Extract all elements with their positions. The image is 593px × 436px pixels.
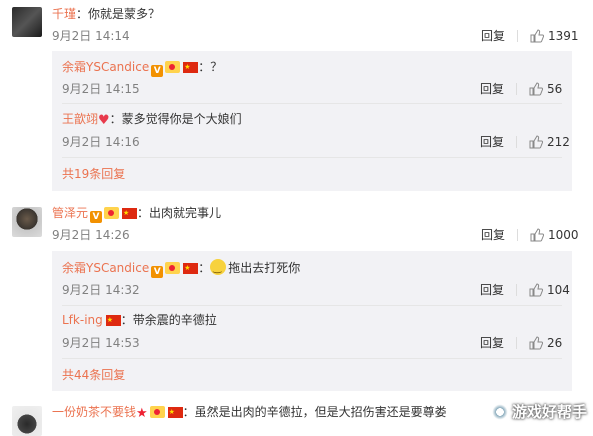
reply-time: 9月2日 14:32 — [62, 283, 140, 297]
divider — [517, 229, 519, 241]
reply-item: 王歆翊♥：蒙多觉得你是个大娘们 — [62, 111, 242, 129]
thumbs-up-icon — [530, 228, 545, 242]
watermark-logo-icon — [490, 403, 509, 421]
reply-list: 余霜YSCandiceV ：？ 9月2日 14:15 回复 56 王歆翊♥：蒙多觉得… — [52, 51, 572, 191]
like-count: 26 — [547, 336, 563, 350]
red-star-icon: ★ — [136, 406, 148, 421]
like-count: 56 — [547, 82, 563, 96]
like-count: 1391 — [548, 29, 579, 43]
reply-time: 9月2日 14:15 — [62, 82, 140, 96]
like-count: 104 — [547, 283, 570, 297]
reply-button[interactable]: 回复 — [480, 135, 504, 149]
reply-button[interactable]: 回复 — [481, 228, 505, 242]
comment-text: ：你就是蒙多？ — [76, 7, 161, 21]
divider — [62, 358, 562, 359]
reply-item: 余霜YSCandiceV ：？ — [62, 59, 222, 77]
thumbs-up-icon — [529, 336, 544, 350]
avatar[interactable] — [12, 406, 42, 436]
china-flag-icon — [122, 205, 138, 221]
china-flag-icon — [105, 312, 121, 328]
divider — [62, 157, 562, 158]
thumbs-up-icon — [529, 82, 544, 96]
comment-username[interactable]: 管泽元 — [52, 206, 88, 220]
china-flag-icon — [167, 404, 183, 420]
reply-list: 余霜YSCandiceV：拖出去打死你 9月2日 14:32 回复 104 Lfk… — [52, 251, 572, 391]
vip-badge-icon — [149, 406, 165, 418]
reply-text: ：带余震的辛德拉 — [120, 313, 217, 327]
comment-username[interactable]: 一份奶茶不要钱 — [52, 405, 136, 419]
reply-button[interactable]: 回复 — [480, 336, 504, 350]
reply-username[interactable]: 余霜YSCandice — [62, 261, 149, 275]
like-button[interactable]: 1000 — [530, 228, 579, 242]
reply-item: 余霜YSCandiceV：拖出去打死你 — [62, 259, 300, 278]
comment-time: 9月2日 14:14 — [52, 29, 130, 43]
like-button[interactable]: 104 — [529, 283, 570, 297]
comment-text: ：虽然是出肉的辛德拉，但是大招伤害还是要尊娄 — [182, 405, 447, 419]
reply-time: 9月2日 14:53 — [62, 336, 140, 350]
reply-item: Lfk-ing ：带余震的辛德拉 — [62, 312, 217, 328]
divider — [62, 305, 562, 306]
v-badge-icon: V — [151, 65, 164, 77]
like-count: 1000 — [548, 228, 579, 242]
like-button[interactable]: 212 — [529, 135, 570, 149]
like-button[interactable]: 56 — [529, 82, 562, 96]
vip-badge-icon — [104, 207, 120, 219]
like-button[interactable]: 26 — [529, 336, 562, 350]
avatar[interactable] — [12, 207, 42, 237]
more-replies-link[interactable]: 共44条回复 — [62, 367, 125, 383]
vip-badge-icon — [165, 262, 181, 274]
reply-username[interactable]: 王歆翊 — [62, 112, 98, 126]
heart-icon: ♥ — [98, 113, 110, 128]
thumbs-up-icon — [529, 283, 544, 297]
comment-username[interactable]: 千瑾 — [52, 7, 76, 21]
comment-time: 9月2日 14:26 — [52, 228, 130, 242]
divider — [516, 83, 518, 95]
reply-time: 9月2日 14:16 — [62, 135, 140, 149]
divider — [516, 284, 518, 296]
reply-username[interactable]: 余霜YSCandice — [62, 60, 149, 74]
divider — [62, 103, 562, 104]
divider — [517, 30, 519, 42]
china-flag-icon — [183, 59, 199, 75]
reply-button[interactable]: 回复 — [480, 283, 504, 297]
thumbs-up-icon — [530, 29, 545, 43]
more-replies-link[interactable]: 共19条回复 — [62, 166, 125, 182]
watermark: 游戏好帮手 — [490, 401, 587, 422]
china-flag-icon — [183, 260, 199, 276]
v-badge-icon: V — [151, 266, 164, 278]
reply-button[interactable]: 回复 — [480, 82, 504, 96]
comment-text: ：出肉就完事儿 — [137, 206, 222, 220]
divider — [516, 136, 518, 148]
reply-username[interactable]: Lfk-ing — [62, 313, 103, 327]
like-button[interactable]: 1391 — [530, 29, 579, 43]
reply-text: ：？ — [198, 60, 223, 74]
v-badge-icon: V — [90, 211, 103, 223]
reply-text: 拖出去打死你 — [228, 261, 301, 275]
avatar[interactable] — [12, 7, 42, 37]
like-count: 212 — [547, 135, 570, 149]
reply-button[interactable]: 回复 — [481, 29, 505, 43]
reply-text: ：蒙多觉得你是个大娘们 — [109, 112, 242, 126]
smiley-emoji-icon — [210, 259, 227, 277]
thumbs-up-icon — [529, 135, 544, 149]
divider — [516, 337, 518, 349]
vip-badge-icon — [165, 61, 181, 73]
